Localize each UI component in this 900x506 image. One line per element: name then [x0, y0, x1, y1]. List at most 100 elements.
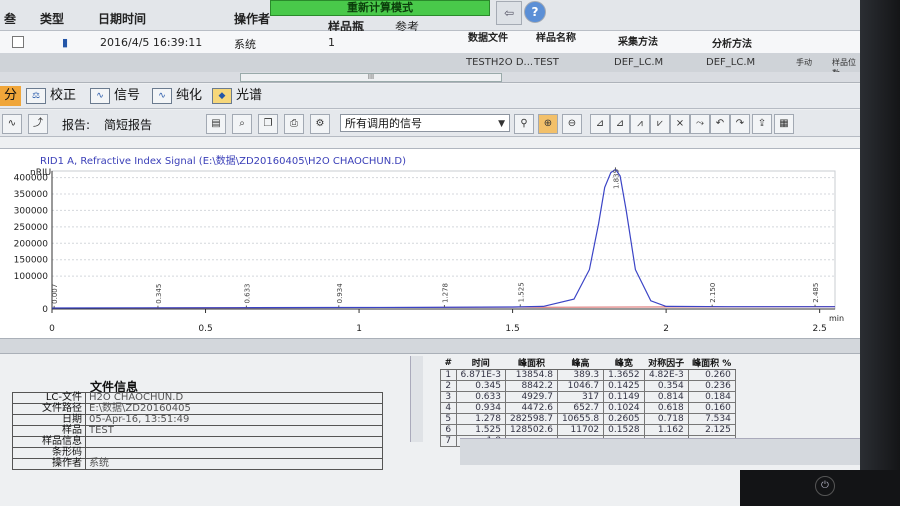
tab-signal[interactable]: ∿ 信号	[90, 86, 140, 106]
recalc-mode-banner[interactable]: 重新计算模式	[270, 0, 490, 16]
file-info-row: LC-文件 H2O CHAOCHUN.D	[12, 392, 383, 404]
peak-delete-icon[interactable]: ⨯	[670, 114, 690, 134]
tab-label: 校正	[50, 88, 77, 103]
table-row[interactable]: 6 1.525 128502.6 11702 0.1528 1.162 2.125	[440, 424, 736, 436]
peak-table-header[interactable]: 峰高	[557, 356, 604, 370]
tune-icon[interactable]: ⚲	[514, 114, 534, 134]
table-cell: 317	[556, 391, 605, 403]
table-row[interactable]: 2 0.345 8842.2 1046.7 0.1425 0.354 0.236	[440, 380, 736, 392]
x-tick-label: 0.5	[198, 324, 212, 334]
peak-split-icon[interactable]: ⩗	[650, 114, 670, 134]
tab-label: 纯化	[176, 88, 203, 103]
zoom-out-icon[interactable]: ⊖	[562, 114, 582, 134]
table-cell: 4.82E-3	[643, 369, 689, 381]
run-sample: TEST	[534, 57, 559, 68]
tab-analysis[interactable]: 分	[0, 86, 22, 106]
file-info-value: H2O CHAOCHUN.D	[85, 392, 383, 404]
balance-icon: ⚖	[26, 87, 46, 104]
peak-table-header[interactable]: 峰面积 %	[688, 356, 736, 370]
tab-calibration[interactable]: ⚖ 校正	[26, 86, 76, 106]
chart-icon[interactable]: ⤴	[28, 114, 48, 134]
table-cell: 0.718	[643, 413, 689, 425]
tab-purify[interactable]: ∿ 纯化	[152, 86, 202, 106]
redo-icon[interactable]: ↷	[730, 114, 750, 134]
report-preview-icon[interactable]: ▤	[206, 114, 226, 134]
copy-icon[interactable]: ❐	[258, 114, 278, 134]
peak-label: 2.150	[709, 283, 717, 303]
tab-spectrum[interactable]: ◆ 光谱	[212, 86, 262, 106]
run-ana-method: DEF_LC.M	[706, 57, 756, 68]
file-info-row: 文件路径 E:\数据\ZD20160405	[12, 403, 383, 415]
file-info-value	[85, 436, 383, 448]
col-header[interactable]: 叁	[4, 10, 16, 27]
report-type[interactable]: 简短报告	[104, 116, 152, 133]
print-preview-icon[interactable]: ⌕	[232, 114, 252, 134]
chromatogram-panel: 0 100000 150000 200000 250000 300000 350000 400…	[0, 148, 860, 339]
table-row[interactable]: 3 0.633 4929.7 317 0.1149 0.814 0.184	[440, 391, 736, 403]
peak-table-header[interactable]: 时间	[456, 356, 506, 370]
zoom-icon[interactable]: ⊕	[538, 114, 558, 134]
row-checkbox[interactable]	[12, 36, 24, 48]
table-row[interactable]: 1 6.871E-3 13854.8 389.3 1.3652 4.82E-3 0.260	[440, 369, 736, 381]
file-info-row: 样品信息	[12, 436, 383, 448]
power-icon[interactable]: ⏻	[815, 476, 835, 496]
col-header-datafile[interactable]: 数据文件	[468, 29, 508, 44]
table-row[interactable]: 5 1.278 282598.7 10655.8 0.2605 0.718 7.534	[440, 413, 736, 425]
y-tick-label: 150000	[14, 256, 49, 266]
scrollbar-thumb[interactable]: III	[240, 73, 502, 82]
undo-icon[interactable]: ↶	[710, 114, 730, 134]
help-icon[interactable]: ?	[524, 1, 546, 23]
baseline-tool-icon[interactable]: ⊿	[610, 114, 630, 134]
col-header-sample[interactable]: 样品名称	[536, 29, 576, 44]
col-header-datetime[interactable]: 日期时间	[98, 10, 146, 27]
spectrum-icon: ◆	[212, 87, 232, 104]
file-info-value: 05-Apr-16, 13:51:49	[85, 414, 383, 426]
horizontal-scrollbar[interactable]: III	[0, 72, 860, 83]
tab-label: 分	[4, 88, 18, 103]
baseline-icon[interactable]: ⊿	[590, 114, 610, 134]
peak-table-header[interactable]: 对称因子	[644, 356, 689, 370]
table-cell: 282598.7	[504, 413, 558, 425]
panel-splitter[interactable]	[0, 338, 860, 354]
file-info-key: 操作者	[12, 458, 86, 470]
table-cell: 8842.2	[504, 380, 558, 392]
integrate-icon[interactable]: ∿	[2, 114, 22, 134]
peak-table-header[interactable]: 峰面积	[505, 356, 558, 370]
table-row[interactable]: 4 0.934 4472.6 652.7 0.1024 0.618 0.160	[440, 402, 736, 414]
peak-tool-icon[interactable]: ⩘	[630, 114, 650, 134]
peak-label: 0.633	[243, 283, 251, 303]
sequence-row-detail[interactable]: TESTH2O D... TEST DEF_LC.M DEF_LC.M 手动 样…	[0, 54, 860, 78]
file-info-panel: 文件信息 LC-文件 H2O CHAOCHUN.D 文件路径 E:\数据\ZD2016…	[0, 354, 420, 506]
chart-title: RID1 A, Refractive Index Signal (E:\数据\Z…	[40, 156, 406, 167]
export-icon[interactable]: ⇪	[752, 114, 772, 134]
table-cell: 2	[440, 380, 457, 392]
table-cell: 0.2605	[603, 413, 645, 425]
vertical-scrollbar[interactable]	[410, 356, 423, 442]
table-cell: 1046.7	[556, 380, 605, 392]
table-cell: 10655.8	[556, 413, 605, 425]
peak-table-header[interactable]: 峰宽	[603, 356, 645, 370]
settings-icon[interactable]: ⚙	[310, 114, 330, 134]
signal-select[interactable]: 所有调用的信号 ▼	[340, 114, 510, 132]
table-cell: 0.160	[687, 402, 736, 414]
peak-edit-icon[interactable]: ⤳	[690, 114, 710, 134]
back-arrow-icon[interactable]: ⇦	[496, 1, 522, 25]
run-datetime: 2016/4/5 16:39:11	[100, 36, 203, 49]
col-header-operator[interactable]: 操作者	[234, 10, 270, 27]
y-tick-label: 0	[42, 305, 48, 315]
peak-table-header[interactable]: #	[440, 356, 457, 370]
chromatogram-chart[interactable]: 0100000150000200000250000300000350000400…	[0, 149, 860, 339]
signal-icon: ∿	[90, 87, 110, 104]
table-cell: 0.260	[687, 369, 736, 381]
table-cell: 6	[440, 424, 457, 436]
table-cell: 1.3652	[603, 369, 645, 381]
peak-label: 0.345	[155, 284, 163, 304]
vial-icon: ▮	[62, 36, 69, 49]
col-header-type[interactable]: 类型	[40, 10, 64, 27]
sequence-row[interactable]: ▮ 2016/4/5 16:39:11 系统 1 数据文件 样品名称 采集方法 …	[0, 31, 860, 54]
printer-icon[interactable]: ⎙	[284, 114, 304, 134]
col-header-ana-method[interactable]: 分析方法	[712, 35, 752, 50]
table-icon[interactable]: ▦	[774, 114, 794, 134]
table-cell: 6.871E-3	[455, 369, 506, 381]
col-header-acq-method[interactable]: 采集方法	[618, 33, 658, 48]
